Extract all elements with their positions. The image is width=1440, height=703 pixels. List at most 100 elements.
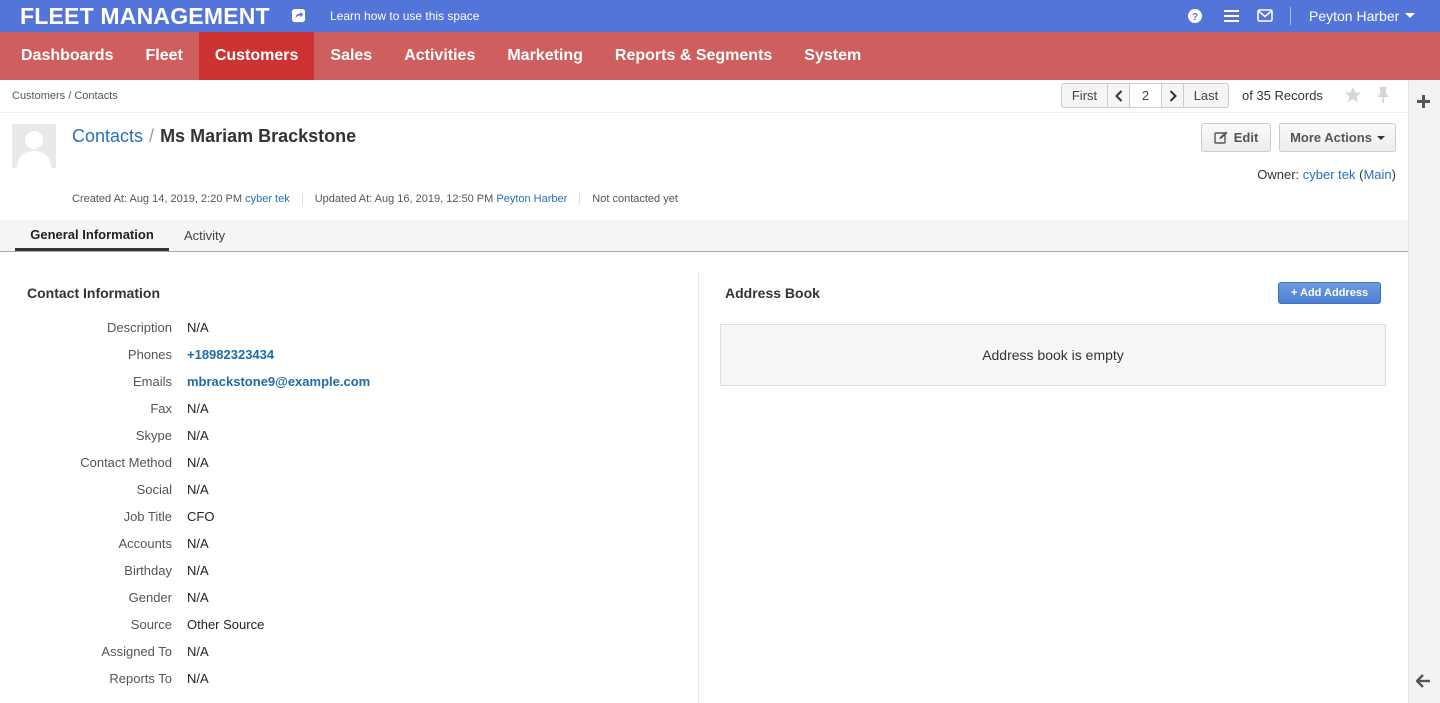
record-name: Ms Mariam Brackstone	[160, 126, 357, 146]
mail-icon[interactable]	[1257, 9, 1273, 22]
edit-button[interactable]: Edit	[1201, 123, 1271, 152]
user-placeholder-icon	[17, 131, 51, 168]
chevron-right-icon	[1169, 89, 1177, 102]
contact-field-row: Accounts N/A	[0, 536, 690, 556]
field-value: N/A	[187, 428, 209, 443]
field-value-link[interactable]: mbrackstone9@example.com	[187, 374, 370, 389]
edit-label: Edit	[1233, 130, 1259, 145]
nav-reports-segments[interactable]: Reports & Segments	[599, 32, 788, 80]
contacted-status: Not contacted yet	[592, 193, 678, 205]
owner-link[interactable]: cyber tek	[1303, 167, 1356, 182]
record-meta: Created At: Aug 14, 2019, 2:20 PM cyber …	[72, 193, 702, 205]
menu-icon[interactable]	[1224, 9, 1239, 23]
column-divider	[698, 272, 699, 703]
field-value: N/A	[187, 482, 209, 497]
page-title: Contacts / Ms Mariam Brackstone	[72, 126, 356, 147]
updated-at-text: Updated At: Aug 16, 2019, 12:50 PM	[314, 193, 494, 205]
tab-general-information[interactable]: General Information	[15, 220, 169, 251]
contact-field-row: Phones +18982323434	[0, 347, 690, 367]
nav-system[interactable]: System	[788, 32, 877, 80]
nav-customers[interactable]: Customers	[198, 32, 315, 80]
field-value: N/A	[187, 644, 209, 659]
contact-information-title: Contact Information	[27, 285, 160, 301]
pager-current-page[interactable]: 2	[1130, 84, 1162, 107]
pager-last-button[interactable]: Last	[1184, 84, 1228, 107]
field-label: Emails	[132, 374, 172, 389]
owner-unit-link[interactable]: Main	[1363, 167, 1391, 182]
contact-field-row: Job Title CFO	[0, 509, 690, 529]
owner-info: Owner: cyber tek (Main)	[1257, 167, 1396, 182]
field-label: Assigned To	[101, 644, 172, 659]
contact-field-row: Contact Method N/A	[0, 455, 690, 475]
nav-fleet[interactable]: Fleet	[129, 32, 198, 80]
field-value: N/A	[187, 320, 209, 335]
field-value: N/A	[187, 563, 209, 578]
pager-prev-button[interactable]	[1108, 84, 1130, 107]
share-icon[interactable]	[291, 8, 306, 23]
field-label: Contact Method	[80, 455, 172, 470]
plus-icon[interactable]	[1416, 94, 1431, 109]
field-label: Birthday	[124, 563, 172, 578]
record-pager: First 2 Last	[1061, 83, 1229, 108]
pin-icon[interactable]	[1376, 86, 1390, 104]
contact-field-row: Skype N/A	[0, 428, 690, 448]
field-label: Fax	[150, 401, 172, 416]
contact-field-row: Fax N/A	[0, 401, 690, 421]
created-at: Created At: Aug 14, 2019, 2:20 PM cyber …	[72, 193, 303, 205]
arrow-left-icon[interactable]	[1416, 674, 1431, 688]
updated-by-link[interactable]: Peyton Harber	[496, 193, 567, 205]
field-value: N/A	[187, 401, 209, 416]
more-actions-label: More Actions	[1290, 130, 1372, 145]
address-book-empty: Address book is empty	[720, 324, 1386, 386]
main-nav: Dashboards Fleet Customers Sales Activit…	[0, 32, 1440, 80]
field-label: Skype	[135, 428, 172, 443]
nav-sales[interactable]: Sales	[314, 32, 388, 80]
field-label: Description	[106, 320, 172, 335]
created-at-text: Created At: Aug 14, 2019, 2:20 PM	[72, 193, 243, 205]
field-label: Accounts	[118, 536, 172, 551]
tab-activity[interactable]: Activity	[184, 220, 225, 251]
field-label: Reports To	[109, 671, 172, 686]
chevron-down-icon	[1405, 13, 1416, 18]
address-empty-text: Address book is empty	[982, 347, 1124, 363]
help-icon[interactable]: ?	[1188, 9, 1202, 23]
nav-marketing[interactable]: Marketing	[491, 32, 599, 80]
chevron-left-icon	[1114, 89, 1122, 102]
contact-field-row: Description N/A	[0, 320, 690, 340]
field-label: Source	[130, 617, 172, 632]
breadcrumb[interactable]: Customers / Contacts	[12, 90, 118, 102]
pager-next-button[interactable]	[1162, 84, 1184, 107]
contacts-link[interactable]: Contacts	[72, 126, 143, 146]
contact-field-row: Birthday N/A	[0, 563, 690, 583]
add-address-button[interactable]: + Add Address	[1278, 282, 1381, 304]
top-bar: FLEET MANAGEMENT Learn how to use this s…	[0, 0, 1440, 32]
contact-field-row: Emails mbrackstone9@example.com	[0, 374, 690, 394]
contact-field-row: Source Other Source	[0, 617, 690, 637]
learn-link[interactable]: Learn how to use this space	[330, 9, 479, 23]
updated-at: Updated At: Aug 16, 2019, 12:50 PM Peyto…	[315, 193, 581, 205]
nav-activities[interactable]: Activities	[388, 32, 491, 80]
field-value-link[interactable]: +18982323434	[187, 347, 274, 362]
created-by-link[interactable]: cyber tek	[245, 193, 290, 205]
field-label: Job Title	[123, 509, 172, 524]
field-value: CFO	[187, 509, 215, 524]
title-separator: /	[149, 126, 155, 146]
contact-field-row: Gender N/A	[0, 590, 690, 610]
avatar	[12, 124, 56, 168]
more-actions-button[interactable]: More Actions	[1279, 123, 1396, 152]
field-label: Social	[136, 482, 172, 497]
star-icon[interactable]	[1344, 86, 1362, 104]
owner-label: Owner:	[1257, 167, 1300, 182]
contact-field-row: Assigned To N/A	[0, 644, 690, 664]
edit-icon	[1214, 131, 1228, 144]
brand-logo[interactable]: FLEET MANAGEMENT	[20, 3, 270, 30]
contact-field-row: Social N/A	[0, 482, 690, 502]
user-menu[interactable]: Peyton Harber	[1309, 8, 1416, 24]
field-label: Gender	[128, 590, 172, 605]
pager-first-button[interactable]: First	[1062, 84, 1108, 107]
user-name: Peyton Harber	[1309, 8, 1400, 24]
nav-dashboards[interactable]: Dashboards	[0, 32, 129, 80]
address-book-title: Address Book	[725, 285, 820, 301]
field-value: N/A	[187, 455, 209, 470]
svg-text:?: ?	[1192, 12, 1198, 23]
